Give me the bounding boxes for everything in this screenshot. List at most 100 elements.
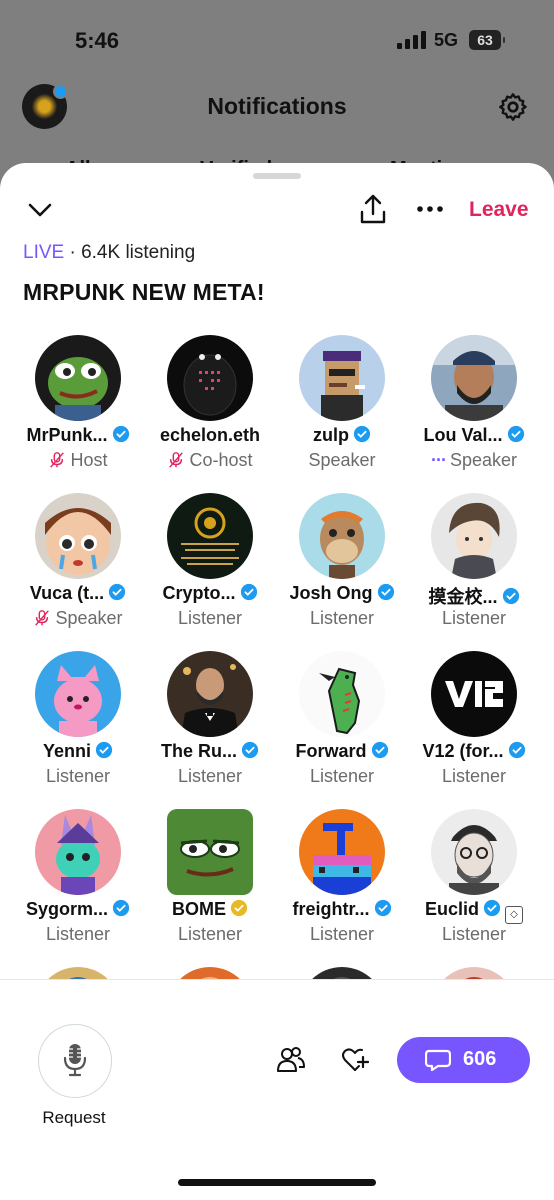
verified-badge-icon — [109, 583, 126, 601]
verified-badge-icon — [112, 899, 130, 917]
participant-role: Listener — [45, 924, 111, 944]
avatar — [299, 651, 385, 737]
participant-role: Host — [70, 450, 108, 470]
request-mic-button[interactable] — [38, 1024, 112, 1098]
verified-badge-icon — [112, 425, 129, 443]
participant-role: Speaker — [55, 608, 123, 628]
leave-button[interactable]: Leave — [469, 198, 529, 222]
gear-icon[interactable] — [497, 91, 529, 123]
participant-card[interactable]: echelon.eth Co-host — [141, 333, 279, 491]
participant-role: Listener — [441, 766, 507, 786]
participant-name: zulp — [313, 425, 349, 445]
participant-role: Listener — [177, 766, 243, 786]
avatar — [167, 809, 253, 895]
verified-badge-icon — [502, 587, 519, 605]
avatar — [431, 335, 517, 421]
avatar — [431, 651, 517, 737]
verified-badge-icon — [508, 741, 525, 759]
speaking-dots-icon: ··· — [430, 450, 447, 470]
participant-role: Listener — [309, 766, 375, 786]
verified-gold-badge-icon — [230, 899, 248, 917]
request-label: Request — [42, 1108, 106, 1127]
participant-role: Listener — [309, 608, 375, 628]
avatar — [431, 493, 517, 579]
heart-plus-icon[interactable] — [341, 1047, 369, 1073]
participant-name: Sygorm... — [25, 899, 109, 919]
verified-badge-icon — [371, 741, 388, 759]
participant-name: echelon.eth — [159, 425, 261, 445]
more-options-icon[interactable] — [415, 197, 445, 221]
comments-button[interactable]: 606 — [397, 1037, 530, 1083]
participant-name: freightr... — [292, 899, 370, 919]
participant-card[interactable]: Sygorm... Listener — [9, 807, 147, 965]
avatar — [299, 493, 385, 579]
verified-badge-icon — [95, 741, 113, 759]
comment-bubble-icon — [425, 1049, 451, 1071]
participant-name: The Ru... — [161, 741, 237, 761]
participant-card[interactable]: Yenni Listener — [9, 649, 147, 807]
network-label: 5G — [434, 30, 459, 50]
avatar — [167, 335, 253, 421]
live-label: LIVE — [23, 242, 65, 263]
avatar — [299, 809, 385, 895]
participant-role: Speaker — [449, 450, 518, 470]
participant-card[interactable]: V12 (for... Listener — [405, 649, 543, 807]
participant-name: Lou Val... — [423, 425, 503, 445]
participant-role: Listener — [45, 766, 111, 786]
verified-badge-icon — [241, 741, 259, 759]
sheet-grabber[interactable] — [253, 173, 301, 179]
people-icon[interactable] — [277, 1047, 305, 1073]
participant-role: Listener — [309, 924, 375, 944]
microphone-icon — [63, 1044, 87, 1077]
avatar — [35, 335, 121, 421]
chevron-down-icon[interactable] — [26, 199, 54, 221]
verified-badge-icon — [374, 899, 391, 917]
participant-card[interactable]: freightr... Listener — [273, 807, 411, 965]
bottom-bar: Request 606 — [0, 980, 554, 1200]
spaces-sheet: Leave LIVE · 6.4K listening MRPUNK NEW M… — [0, 163, 554, 1200]
participant-name: Yenni — [42, 741, 91, 761]
mic-off-icon — [35, 610, 50, 626]
participant-card[interactable]: Forward Listener — [273, 649, 411, 807]
verified-badge-icon — [240, 583, 257, 601]
mic-off-icon — [50, 452, 65, 468]
participant-name: Josh Ong — [289, 583, 373, 603]
participant-card[interactable]: Lou Val... ··· Speaker — [405, 333, 543, 491]
participant-card[interactable]: Crypto... Listener — [141, 491, 279, 649]
participant-card[interactable]: zulp Speaker — [273, 333, 411, 491]
avatar — [431, 809, 517, 895]
share-icon[interactable] — [359, 193, 387, 225]
live-status: LIVE · 6.4K listening — [23, 242, 195, 264]
participant-name: Vuca (t... — [29, 583, 105, 603]
verified-badge-icon — [377, 583, 394, 601]
participant-name: Forward — [295, 741, 367, 761]
verified-badge-icon — [353, 425, 371, 443]
avatar — [35, 651, 121, 737]
affiliate-badge-icon: ◇ — [505, 906, 523, 924]
participant-card[interactable]: MrPunk... Host — [9, 333, 147, 491]
participant-name: V12 (for... — [422, 741, 504, 761]
participant-card[interactable]: Euclid ◇ Listener — [405, 807, 543, 965]
participant-role: Listener — [177, 608, 243, 628]
participant-role: Listener — [177, 924, 243, 944]
space-title: MRPUNK NEW META! — [23, 279, 265, 305]
participant-card[interactable]: The Ru... Listener — [141, 649, 279, 807]
participant-role: Listener — [441, 924, 507, 944]
avatar — [35, 809, 121, 895]
participant-role: Co-host — [189, 450, 253, 470]
avatar — [167, 651, 253, 737]
participant-card[interactable]: BOME Listener — [141, 807, 279, 965]
avatar — [35, 493, 121, 579]
verified-badge-icon — [483, 899, 501, 917]
participant-name: BOME — [172, 899, 226, 919]
verified-badge-icon — [507, 425, 524, 443]
participant-card[interactable]: Vuca (t... Speaker — [9, 491, 147, 649]
comment-count: 606 — [463, 1048, 497, 1070]
participant-card[interactable]: 摸金校... Listener — [405, 491, 543, 649]
avatar — [167, 493, 253, 579]
participant-card[interactable]: Josh Ong Listener — [273, 491, 411, 649]
participant-name: 摸金校... — [428, 587, 498, 607]
participant-role: Speaker — [308, 450, 376, 470]
status-time: 5:46 — [75, 28, 120, 53]
participant-name: MrPunk... — [26, 425, 108, 445]
